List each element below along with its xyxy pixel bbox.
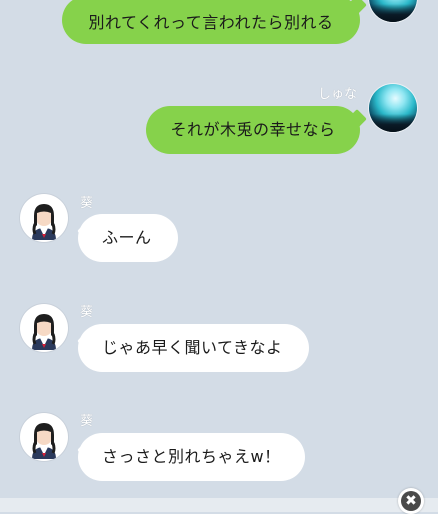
- close-button[interactable]: ✖: [398, 488, 424, 514]
- girl-avatar-icon: [32, 204, 56, 240]
- sender-avatar[interactable]: [369, 0, 417, 22]
- chat-area: 別れてくれって言われたら別れる しゅな それが木兎の幸せなら 葵 ふーん 葵 じ…: [0, 0, 438, 512]
- close-icon[interactable]: ✖: [401, 491, 421, 511]
- message-bubble-outgoing[interactable]: それが木兎の幸せなら: [146, 106, 360, 154]
- message-bubble-incoming[interactable]: ふーん: [78, 214, 178, 262]
- sender-name: しゅな: [318, 87, 358, 102]
- girl-avatar-icon: [32, 314, 56, 350]
- contact-avatar[interactable]: [20, 194, 68, 242]
- message-bubble-outgoing[interactable]: 別れてくれって言われたら別れる: [62, 0, 360, 44]
- bottom-bar: [0, 498, 438, 512]
- contact-avatar[interactable]: [20, 304, 68, 352]
- girl-avatar-icon: [32, 423, 56, 459]
- contact-avatar[interactable]: [20, 413, 68, 461]
- message-bubble-incoming[interactable]: じゃあ早く聞いてきなよ: [78, 324, 309, 372]
- sender-name: 葵: [80, 305, 94, 320]
- sender-name: 葵: [80, 196, 94, 211]
- sender-avatar[interactable]: [369, 84, 417, 132]
- message-bubble-incoming[interactable]: さっさと別れちゃえw！: [78, 433, 305, 481]
- sender-name: 葵: [80, 414, 94, 429]
